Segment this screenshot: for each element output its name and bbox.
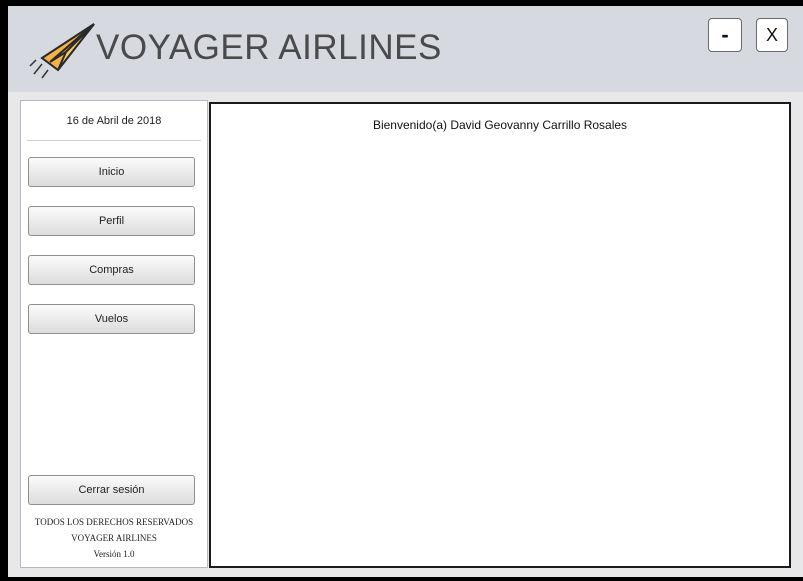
footer-version: Versión 1.0 [93, 549, 135, 559]
minimize-button[interactable]: - [708, 18, 742, 52]
nav-inicio-button[interactable]: Inicio [28, 157, 195, 187]
paper-plane-icon [28, 18, 98, 80]
current-date: 16 de Abril de 2018 [66, 115, 162, 127]
footer-company: VOYAGER AIRLINES [71, 533, 157, 543]
title-bar: VOYAGER AIRLINES - X [8, 6, 803, 92]
nav-vuelos-button[interactable]: Vuelos [28, 304, 195, 334]
sidebar-divider [27, 140, 201, 141]
close-button[interactable]: X [756, 18, 788, 52]
footer-rights: TODOS LOS DERECHOS RESERVADOS [34, 517, 194, 527]
nav-perfil-button[interactable]: Perfil [28, 206, 195, 236]
app-title: VOYAGER AIRLINES [96, 28, 442, 67]
app-window: VOYAGER AIRLINES - X 16 de Abril de 2018… [0, 0, 803, 581]
sidebar: 16 de Abril de 2018 Inicio Perfil Compra… [20, 100, 208, 568]
content-area: 16 de Abril de 2018 Inicio Perfil Compra… [8, 92, 803, 577]
logout-button[interactable]: Cerrar sesión [28, 475, 195, 505]
welcome-message: Bienvenido(a) David Geovanny Carrillo Ro… [372, 118, 628, 132]
main-panel: Bienvenido(a) David Geovanny Carrillo Ro… [209, 102, 791, 568]
nav-compras-button[interactable]: Compras [28, 255, 195, 285]
